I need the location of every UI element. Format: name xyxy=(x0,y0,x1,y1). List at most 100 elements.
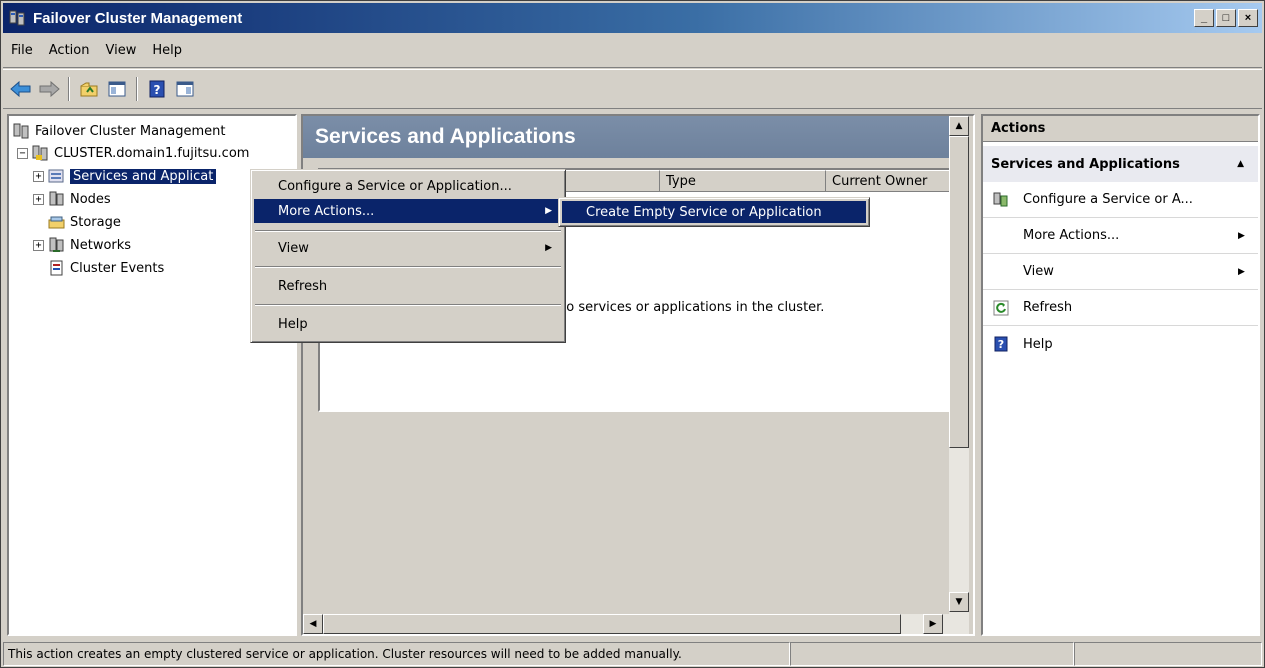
main-window: Failover Cluster Management _ □ × File A… xyxy=(0,0,1265,668)
submenu-arrow-icon: ▶ xyxy=(545,206,552,216)
collapse-expander[interactable]: − xyxy=(17,147,28,159)
submenu-arrow-icon: ▶ xyxy=(1238,266,1245,277)
nodes-icon xyxy=(48,191,66,207)
show-hide-tree-icon[interactable] xyxy=(105,77,129,101)
action-view[interactable]: View ▶ xyxy=(983,254,1258,290)
results-pane-title: Services and Applications xyxy=(303,116,949,158)
refresh-icon xyxy=(993,300,1009,316)
vertical-scrollbar[interactable]: ▲ ▼ xyxy=(949,116,969,634)
ctx-refresh-label: Refresh xyxy=(278,278,328,294)
status-bar: This action creates an empty clustered s… xyxy=(3,642,1262,666)
svg-text:?: ? xyxy=(998,338,1004,351)
collapse-arrow-icon[interactable]: ▲ xyxy=(1237,159,1244,169)
show-hide-action-pane-icon[interactable] xyxy=(173,77,197,101)
menu-view[interactable]: View xyxy=(97,43,144,58)
empty-list-message: no services or applications in the clust… xyxy=(558,300,825,315)
blank-icon xyxy=(993,228,1009,244)
cluster-app-icon xyxy=(9,9,27,27)
storage-icon xyxy=(48,214,66,230)
services-icon xyxy=(48,168,66,184)
configure-icon xyxy=(993,192,1009,208)
submenu-arrow-icon: ▶ xyxy=(1238,230,1245,241)
menu-separator xyxy=(255,304,561,306)
help-icon[interactable]: ? xyxy=(145,77,169,101)
column-header-type[interactable]: Type xyxy=(660,170,826,192)
scroll-right-arrow-icon[interactable]: ▶ xyxy=(923,614,943,634)
expand-expander[interactable]: + xyxy=(33,170,44,182)
cluster-manager-icon xyxy=(13,123,31,139)
ctx-view[interactable]: View ▶ xyxy=(254,236,562,260)
column-header-current-owner[interactable]: Current Owner xyxy=(826,170,950,192)
scroll-up-arrow-icon[interactable]: ▲ xyxy=(949,116,969,136)
cluster-icon xyxy=(32,145,50,161)
menu-action[interactable]: Action xyxy=(41,43,98,58)
up-folder-icon[interactable] xyxy=(77,77,101,101)
actions-pane: Actions Services and Applications ▲ Conf… xyxy=(981,114,1260,636)
scroll-down-arrow-icon[interactable]: ▼ xyxy=(949,592,969,612)
action-help[interactable]: ? Help xyxy=(983,326,1258,362)
ctx-view-label: View xyxy=(278,240,309,256)
action-configure-service[interactable]: Configure a Service or A... xyxy=(983,182,1258,218)
submenu-arrow-icon: ▶ xyxy=(545,243,552,253)
tree-root[interactable]: Failover Cluster Management xyxy=(13,121,226,141)
tree-cluster[interactable]: − CLUSTER.domain1.fujitsu.com xyxy=(17,143,249,163)
networks-icon xyxy=(48,237,66,253)
action-help-label: Help xyxy=(1023,336,1053,352)
back-icon[interactable] xyxy=(9,77,33,101)
window-title: Failover Cluster Management xyxy=(33,9,243,27)
ctx-more-actions-label: More Actions... xyxy=(278,203,375,219)
menu-separator xyxy=(255,266,561,268)
menu-separator xyxy=(255,230,561,232)
tree-item-nodes[interactable]: + Nodes xyxy=(33,189,111,209)
tree-item-cluster-events-label: Cluster Events xyxy=(70,260,165,276)
toolbar: ? xyxy=(3,69,1262,109)
action-refresh[interactable]: Refresh xyxy=(983,290,1258,326)
tree-item-storage-label: Storage xyxy=(70,214,121,230)
tree-item-cluster-events[interactable]: Cluster Events xyxy=(48,258,164,278)
ctx-more-actions[interactable]: More Actions... ▶ xyxy=(254,199,562,223)
more-actions-submenu: Create Empty Service or Application xyxy=(558,197,870,227)
minimize-button[interactable]: _ xyxy=(1194,9,1214,27)
tree-item-networks[interactable]: + Networks xyxy=(33,235,131,255)
ctx-help[interactable]: Help xyxy=(254,312,562,336)
expand-expander[interactable]: + xyxy=(33,193,44,205)
ctx-refresh[interactable]: Refresh xyxy=(254,274,562,298)
status-message: This action creates an empty clustered s… xyxy=(3,642,790,666)
actions-section-header[interactable]: Services and Applications ▲ xyxy=(983,146,1258,182)
scrollbar-thumb[interactable] xyxy=(949,136,969,448)
close-button[interactable]: × xyxy=(1238,9,1258,27)
toolbar-separator xyxy=(136,77,138,101)
status-cell xyxy=(790,642,1074,666)
action-configure-label: Configure a Service or A... xyxy=(1023,192,1193,207)
tree-item-nodes-label: Nodes xyxy=(70,191,111,207)
ctx-configure-label: Configure a Service or Application... xyxy=(278,178,512,194)
title-bar[interactable]: Failover Cluster Management _ □ × xyxy=(3,3,1262,33)
expand-expander[interactable]: + xyxy=(33,239,44,251)
help-icon: ? xyxy=(993,336,1009,352)
tree-root-label: Failover Cluster Management xyxy=(35,123,226,139)
horizontal-scrollbar[interactable]: ◀ ▶ xyxy=(303,614,949,634)
status-cell xyxy=(1074,642,1262,666)
cluster-events-icon xyxy=(48,260,66,276)
action-more-actions-label: More Actions... xyxy=(1023,228,1120,243)
scroll-left-arrow-icon[interactable]: ◀ xyxy=(303,614,323,634)
actions-section-label: Services and Applications xyxy=(991,156,1180,172)
tree-cluster-label: CLUSTER.domain1.fujitsu.com xyxy=(54,145,250,161)
actions-pane-title: Actions xyxy=(983,116,1258,142)
ctx-help-label: Help xyxy=(278,316,308,332)
action-view-label: View xyxy=(1023,264,1054,279)
menu-help[interactable]: Help xyxy=(144,43,190,58)
tree-item-storage[interactable]: Storage xyxy=(48,212,121,232)
context-menu: Configure a Service or Application... Mo… xyxy=(250,169,566,343)
horizontal-scrollbar-thumb[interactable] xyxy=(323,614,901,634)
ctx-configure-service[interactable]: Configure a Service or Application... xyxy=(254,174,562,198)
action-refresh-label: Refresh xyxy=(1023,300,1073,315)
create-empty-service-item[interactable]: Create Empty Service or Application xyxy=(562,201,866,223)
tree-item-services[interactable]: + Services and Applicat xyxy=(33,166,217,186)
forward-icon[interactable] xyxy=(37,77,61,101)
action-more-actions[interactable]: More Actions... ▶ xyxy=(983,218,1258,254)
blank-icon xyxy=(993,264,1009,280)
menu-bar: File Action View Help xyxy=(3,34,1262,68)
maximize-button[interactable]: □ xyxy=(1216,9,1236,27)
menu-file[interactable]: File xyxy=(3,43,41,58)
